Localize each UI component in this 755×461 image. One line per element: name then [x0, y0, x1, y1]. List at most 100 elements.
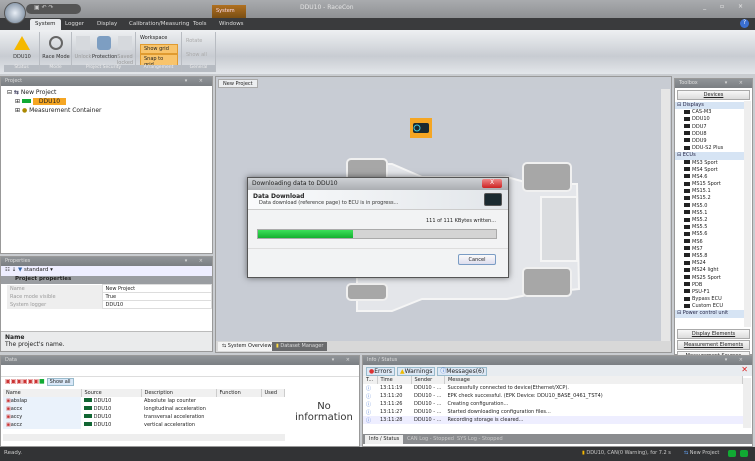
toolbox-item[interactable]: DDU10	[675, 116, 744, 123]
toolbox-item[interactable]: MS25 Sport	[675, 275, 744, 282]
toolbox-item[interactable]: MS15.1	[675, 188, 744, 195]
col-description[interactable]: Description	[141, 389, 217, 397]
rotate-button[interactable]: Rotate	[186, 38, 202, 44]
messages-filter[interactable]: ⓘMessages(6)	[437, 367, 488, 376]
tab-windows[interactable]: Windows	[214, 19, 249, 30]
table-row[interactable]: ⓘ 13:11:28 DDU10 - ... Recording storage is…	[363, 416, 743, 424]
green-filter-icon[interactable]: ■	[39, 378, 45, 385]
col-type[interactable]: T...	[363, 376, 378, 384]
table-row[interactable]: ⓘ 13:11:19 DDU10 - ... Successfully connect…	[363, 384, 743, 392]
toolbox-item[interactable]: MS15.2	[675, 195, 744, 202]
tab-calibration-measuring[interactable]: Calibration/Measuring	[124, 19, 194, 30]
col-message[interactable]: Message	[444, 376, 744, 384]
sort-icon[interactable]: ↓	[12, 267, 17, 273]
device-status[interactable]: ▮ DDU10, CAN(0 Warning), for 7.2 s	[582, 450, 671, 456]
doc-tab-new-project[interactable]: New Project	[218, 79, 258, 88]
table-row[interactable]: ▣accz DDU10 vertical acceleration	[3, 421, 285, 429]
info-scrollbar[interactable]	[743, 378, 751, 428]
table-row[interactable]: ⓘ 13:11:20 DDU10 - ... EPK check successful…	[363, 392, 743, 400]
table-row[interactable]: ⓘ 13:11:27 DDU10 - ... Started downloading …	[363, 408, 743, 416]
vertical-scrollbar[interactable]	[661, 89, 670, 342]
tab-info-status[interactable]: Info / Status	[365, 435, 404, 444]
panel-controls[interactable]: ▾ ×	[725, 357, 748, 363]
toolbox-item[interactable]: CAS-M3	[675, 109, 744, 116]
show-all-button[interactable]: Show all	[186, 52, 207, 58]
window-controls[interactable]: _ ▫ ×	[703, 3, 749, 10]
toolbox-item[interactable]: MS5.2	[675, 217, 744, 224]
toolbox-item[interactable]: MS4 Sport	[675, 167, 744, 174]
toolbox-category[interactable]: ⊟ ECUs	[675, 152, 744, 160]
col-source[interactable]: Source	[81, 389, 142, 397]
clear-icon[interactable]: ✕	[741, 365, 748, 374]
devices-button[interactable]: Devices	[677, 90, 750, 100]
panel-controls[interactable]: ▾ ×	[332, 357, 355, 363]
table-row[interactable]: ▣accy DDU10 transversal acceleration	[3, 413, 285, 421]
tab-tools[interactable]: Tools	[188, 19, 212, 30]
toolbox-item[interactable]: PSU-F1	[675, 289, 744, 296]
tab-system[interactable]: System	[30, 19, 61, 30]
toolbox-item[interactable]: MS24 light	[675, 267, 744, 274]
toolbox-item[interactable]: MS5.1	[675, 210, 744, 217]
ddu10-device-node[interactable]	[410, 118, 432, 138]
errors-filter[interactable]: ●Errors	[366, 367, 396, 376]
col-name[interactable]: Name	[3, 389, 82, 397]
toolbox-item[interactable]: PDB	[675, 282, 744, 289]
toolbox-item[interactable]: Bypass ECU	[675, 296, 744, 303]
col-used[interactable]: Used	[261, 389, 285, 397]
filter-icons[interactable]: ▣▣▣▣▣▣	[5, 378, 39, 385]
toolbox-category[interactable]: ⊟ Displays	[675, 102, 744, 110]
tab-can-log[interactable]: CAN Log - Stopped	[403, 435, 458, 444]
property-value[interactable]: True	[101, 292, 212, 301]
quick-access-toolbar[interactable]: ▣ ↶ ↷	[26, 4, 81, 14]
measurement-elements-button[interactable]: Measurement Elements	[677, 340, 750, 350]
dialog-close-button[interactable]: X	[482, 179, 502, 188]
filter-dropdown[interactable]: standard	[24, 267, 48, 273]
toolbox-item[interactable]: DDU9	[675, 138, 744, 145]
toolbox-scrollbar[interactable]	[744, 101, 751, 327]
tab-logger[interactable]: Logger	[60, 19, 89, 30]
toolbox-item[interactable]: DDU7	[675, 124, 744, 131]
show-all-button[interactable]: Show all	[46, 378, 74, 386]
tab-dataset-manager[interactable]: ▮ Dataset Manager	[272, 342, 328, 351]
panel-controls[interactable]: ▾ ×	[185, 78, 208, 84]
tree-item-ddu10[interactable]: ⊞ DDU10	[7, 97, 206, 106]
toolbox-item[interactable]: MS5.8	[675, 253, 744, 260]
table-row[interactable]: ▣accx DDU10 longitudinal acceleration	[3, 405, 285, 413]
property-value[interactable]: DDU10	[101, 300, 212, 309]
tab-system-overview[interactable]: ⇆ System Overview	[218, 342, 276, 351]
toolbox-item[interactable]: MS3 Sport	[675, 160, 744, 167]
ddu10-status-button[interactable]: DDU10	[8, 36, 36, 60]
toolbox-category[interactable]: ⊟ Power control unit	[675, 310, 744, 318]
unlock-button[interactable]: Unlock	[74, 36, 92, 60]
toolbox-item[interactable]: MS6	[675, 239, 744, 246]
race-mode-button[interactable]: Race Mode	[42, 36, 70, 60]
display-elements-button[interactable]: Display Elements	[677, 329, 750, 339]
tab-sys-log[interactable]: SYS Log - Stopped	[453, 435, 507, 444]
data-search-input[interactable]	[1, 365, 359, 377]
categorized-icon[interactable]: ☷	[5, 267, 10, 273]
saved-locked-button[interactable]: Saved locked	[116, 36, 134, 66]
toolbox-item[interactable]: MS5.5	[675, 224, 744, 231]
toolbox-item[interactable]: DDU8	[675, 131, 744, 138]
property-value[interactable]: New Project	[101, 284, 212, 293]
table-row[interactable]: ▣abslap DDU10 Absolute lap counter	[3, 397, 285, 405]
toolbox-item[interactable]: MS24	[675, 260, 744, 267]
toolbox-item[interactable]: MS5.6	[675, 231, 744, 238]
tab-display[interactable]: Display	[92, 19, 122, 30]
application-button[interactable]	[4, 2, 26, 24]
toolbox-item[interactable]: DDU-S2 Plus	[675, 145, 744, 152]
protection-button[interactable]: Protection	[92, 36, 117, 60]
tree-item-measurement-container[interactable]: ⊞ ● Measurement Container	[7, 106, 206, 115]
toolbox-item[interactable]: Custom ECU	[675, 303, 744, 310]
col-function[interactable]: Function	[216, 389, 262, 397]
panel-controls[interactable]: ▾ ×	[725, 80, 748, 86]
show-grid-button[interactable]: Show grid	[140, 44, 178, 54]
horizontal-scrollbar[interactable]	[3, 434, 285, 441]
toolbox-item[interactable]: MS15 Sport	[675, 181, 744, 188]
panel-controls[interactable]: ▾ ×	[185, 258, 208, 264]
table-row[interactable]: ⓘ 13:11:26 DDU10 - ... Creating configurati…	[363, 400, 743, 408]
help-icon[interactable]: ?	[740, 19, 749, 28]
col-time[interactable]: Time	[377, 376, 412, 384]
project-status[interactable]: ⇆ New Project	[684, 450, 719, 456]
warnings-filter[interactable]: ▲Warnings	[396, 367, 436, 376]
